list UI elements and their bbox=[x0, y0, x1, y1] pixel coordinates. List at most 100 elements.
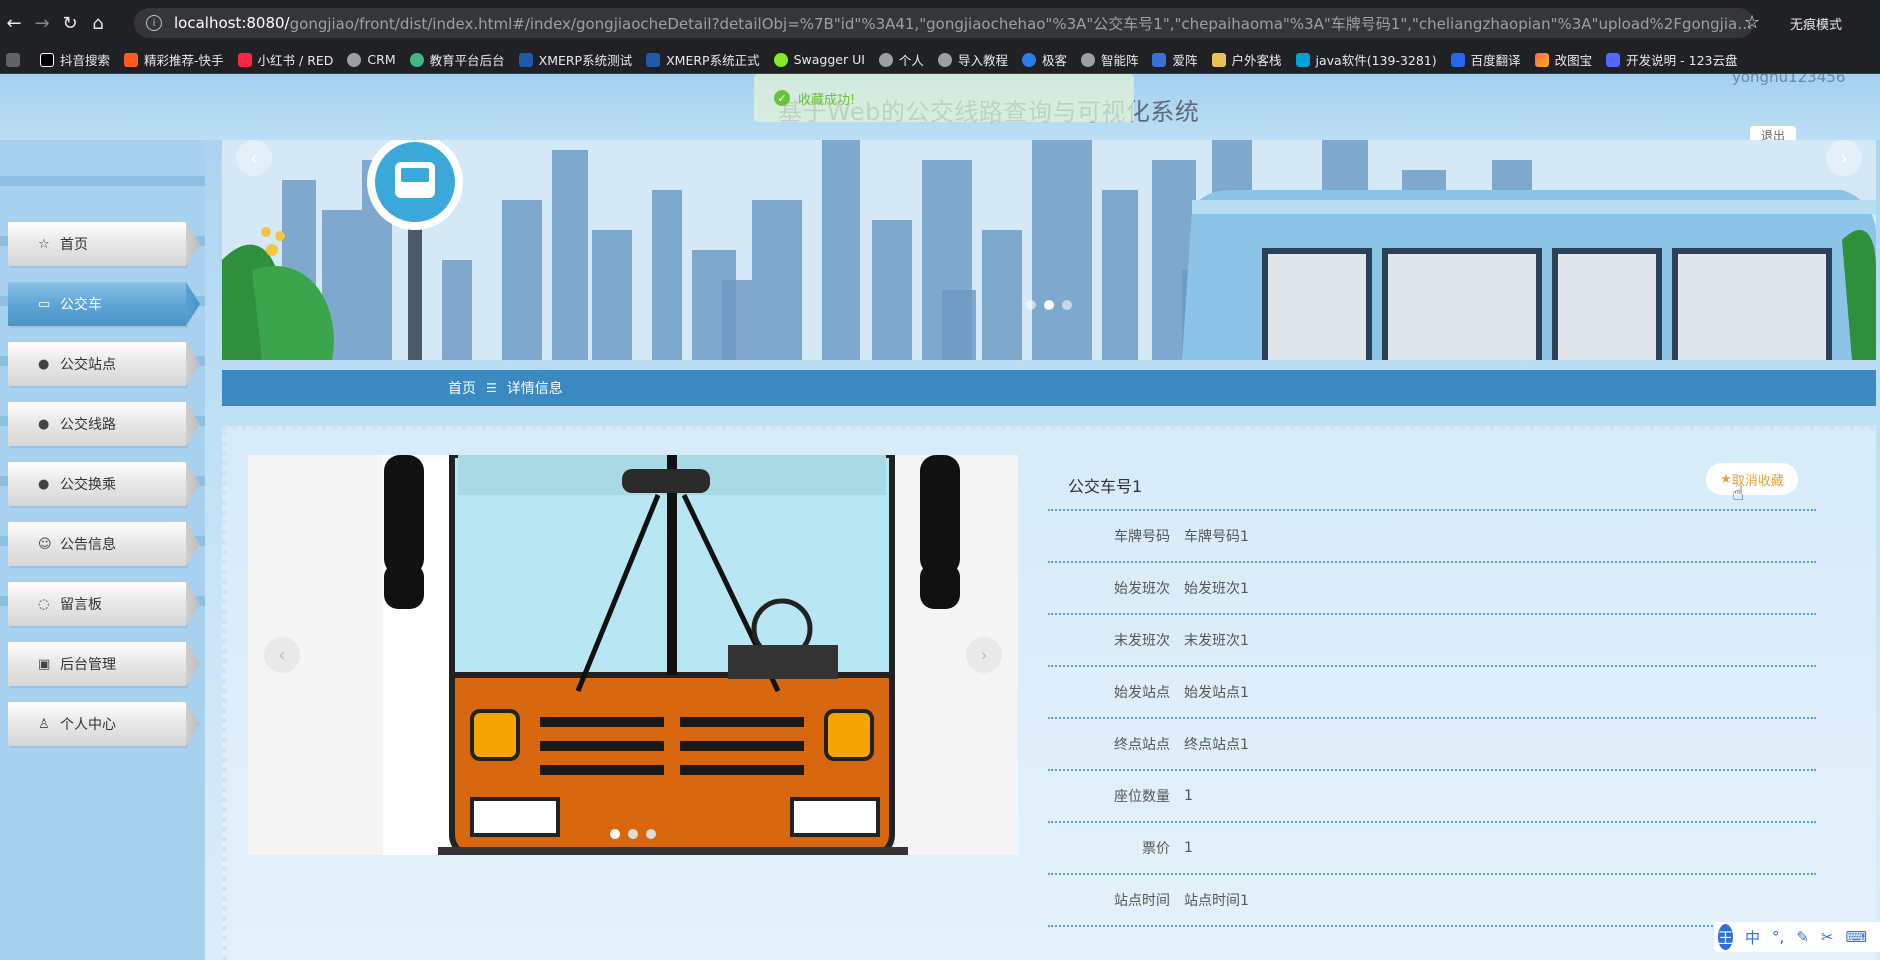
bookmark-item[interactable]: 抖音搜索 bbox=[40, 50, 110, 69]
success-toast: ✓ 收藏成功! bbox=[754, 74, 1134, 122]
field-value: 车牌号码1 bbox=[1184, 529, 1249, 545]
bookmark-item[interactable]: 爱阵 bbox=[1152, 50, 1198, 69]
detail-panel: ‹ › 公交车号1 ★ 取消收藏 ☝ 车牌号码 车牌号码1 始发班次 始发班次1… bbox=[222, 426, 1876, 960]
bookmark-item[interactable]: 导入教程 bbox=[937, 50, 1008, 69]
help-icon: ● bbox=[38, 416, 50, 432]
star-icon: ☆ bbox=[38, 236, 50, 252]
gallery-prev-button[interactable]: ‹ bbox=[264, 637, 300, 673]
kuaishou-icon bbox=[124, 52, 139, 67]
sidebar: ☆ 首页 ▭ 公交车 ● 公交站点 ● 公交线路 ● 公交换乘 ☺ 公告信息 ◌… bbox=[0, 140, 205, 960]
sidebar-item-routes[interactable]: ● 公交线路 bbox=[8, 402, 186, 446]
bookmark-item[interactable]: Swagger UI bbox=[773, 52, 865, 67]
image-carousel: ‹ › bbox=[248, 455, 1018, 855]
bookmark-item[interactable]: CRM bbox=[347, 52, 396, 67]
carousel-dot[interactable] bbox=[1044, 300, 1054, 310]
douyin-icon bbox=[40, 52, 54, 67]
sidebar-item-stations[interactable]: ● 公交站点 bbox=[8, 342, 186, 386]
field-label: 末发班次 bbox=[1114, 633, 1170, 649]
xmerp-icon bbox=[518, 52, 533, 67]
info-row: 车牌号码 车牌号码1 bbox=[1048, 511, 1816, 563]
unfavorite-button[interactable]: ★ 取消收藏 bbox=[1706, 463, 1798, 495]
check-circle-icon: ✓ bbox=[774, 90, 790, 106]
bookmark-item[interactable]: 极客 bbox=[1021, 50, 1067, 69]
info-row: 票价 1 bbox=[1048, 823, 1816, 875]
box-icon: ▣ bbox=[38, 656, 51, 672]
field-value: 1 bbox=[1184, 840, 1193, 856]
sidebar-item-notices[interactable]: ☺ 公告信息 bbox=[8, 522, 186, 566]
browser-address-bar: ← → ↻ ⌂ i localhost:8080/ gongjiao/front… bbox=[0, 0, 1880, 46]
keyboard-icon[interactable]: ⌨ bbox=[1845, 928, 1867, 946]
divider bbox=[0, 176, 205, 186]
bookmark-item[interactable]: 户外客栈 bbox=[1211, 50, 1282, 69]
globe-icon bbox=[937, 52, 952, 67]
bookmark-item[interactable]: 小红书 / RED bbox=[237, 50, 333, 69]
sidebar-item-messages[interactable]: ◌ 留言板 bbox=[8, 582, 186, 626]
sidebar-item-home[interactable]: ☆ 首页 bbox=[8, 222, 186, 266]
bookmark-item[interactable]: XMERP系统正式 bbox=[646, 50, 760, 69]
breadcrumb: 首页 ☰ 详情信息 bbox=[222, 370, 1876, 406]
gallery-next-button[interactable]: › bbox=[966, 637, 1002, 673]
incognito-label: 无痕模式 bbox=[1790, 18, 1843, 33]
ime-toolbar: 王 中 °, ✎ ✂ ⌨ 👕 bbox=[1714, 922, 1880, 952]
field-label: 车牌号码 bbox=[1114, 529, 1170, 545]
scissors-icon[interactable]: ✂ bbox=[1821, 928, 1834, 946]
reload-icon[interactable]: ↻ bbox=[56, 0, 84, 46]
edu-icon bbox=[409, 52, 424, 67]
smile-icon: ☺ bbox=[38, 536, 52, 552]
chat-icon: ◌ bbox=[38, 596, 50, 612]
carousel-dot[interactable] bbox=[610, 829, 620, 839]
bookmark-item[interactable]: 个人 bbox=[878, 50, 924, 69]
field-value: 站点时间1 bbox=[1184, 893, 1249, 909]
city-bus-illustration bbox=[222, 140, 1876, 360]
bookmark-star-icon[interactable]: ☆ bbox=[1744, 12, 1760, 33]
breadcrumb-home[interactable]: 首页 bbox=[448, 378, 476, 398]
banner-carousel: ‹ › bbox=[222, 140, 1876, 360]
ime-logo-icon[interactable]: 王 bbox=[1718, 924, 1734, 950]
field-value: 始发班次1 bbox=[1184, 581, 1249, 597]
sidebar-item-profile[interactable]: ♙ 个人中心 bbox=[8, 702, 186, 746]
pen-icon[interactable]: ✎ bbox=[1796, 928, 1809, 946]
bookmark-item[interactable]: 百度翻译 bbox=[1450, 50, 1521, 69]
field-label: 票价 bbox=[1142, 841, 1170, 857]
info-icon: ● bbox=[38, 476, 50, 492]
field-value: 终点站点1 bbox=[1184, 737, 1249, 753]
banner-prev-button[interactable]: ‹ bbox=[236, 140, 272, 176]
sidebar-item-bus[interactable]: ▭ 公交车 bbox=[8, 282, 186, 326]
back-icon[interactable]: ← bbox=[0, 0, 28, 46]
url-field[interactable]: i localhost:8080/ gongjiao/front/dist/in… bbox=[134, 8, 1754, 38]
shield-icon bbox=[1152, 52, 1167, 67]
punctuation-icon[interactable]: °, bbox=[1772, 928, 1784, 946]
sidebar-item-admin[interactable]: ▣ 后台管理 bbox=[8, 642, 186, 686]
field-value: 末发班次1 bbox=[1184, 633, 1249, 649]
info-icon[interactable]: i bbox=[146, 15, 162, 31]
home-icon[interactable]: ⌂ bbox=[84, 0, 112, 46]
info-row: 末发班次 末发班次1 bbox=[1048, 615, 1816, 667]
alert-icon: ● bbox=[38, 356, 50, 372]
translate-icon bbox=[1450, 52, 1465, 67]
bus-number-title: 公交车号1 bbox=[1068, 477, 1143, 496]
bookmark-item[interactable]: 智能阵 bbox=[1080, 50, 1138, 69]
bus-front-image bbox=[248, 455, 1018, 855]
ime-language-toggle[interactable]: 中 bbox=[1745, 927, 1760, 948]
carousel-dot[interactable] bbox=[628, 829, 638, 839]
info-row: 始发班次 始发班次1 bbox=[1048, 563, 1816, 615]
sidebar-item-transfer[interactable]: ● 公交换乘 bbox=[8, 462, 186, 506]
bookmark-item[interactable]: 精彩推荐-快手 bbox=[124, 50, 224, 69]
carousel-dot[interactable] bbox=[646, 829, 656, 839]
bookmark-item[interactable]: 教育平台后台 bbox=[409, 50, 505, 69]
username: yonghu123456 bbox=[1732, 74, 1846, 86]
bookmark-item[interactable]: java软件(139-3281) bbox=[1295, 50, 1437, 69]
carousel-dot[interactable] bbox=[1062, 300, 1072, 310]
page-content: 基于Web的公交线路查询与可视化系统 yonghu123456 退出 ✓ 收藏成… bbox=[0, 74, 1880, 960]
info-row: 终点站点 终点站点1 bbox=[1048, 719, 1816, 771]
bookmark-apps-icon[interactable] bbox=[6, 52, 26, 67]
cloud-icon bbox=[1606, 52, 1621, 67]
bookmark-item[interactable]: 改图宝 bbox=[1534, 50, 1592, 69]
bookmark-item[interactable]: 开发说明 - 123云盘 bbox=[1606, 50, 1738, 69]
detail-title-row bbox=[1048, 445, 1816, 511]
bookmark-item[interactable]: XMERP系统测试 bbox=[518, 50, 632, 69]
forward-icon[interactable]: → bbox=[28, 0, 56, 46]
carousel-dot[interactable] bbox=[1026, 300, 1036, 310]
banner-next-button[interactable]: › bbox=[1826, 140, 1862, 176]
bag-icon: ▭ bbox=[38, 296, 51, 312]
